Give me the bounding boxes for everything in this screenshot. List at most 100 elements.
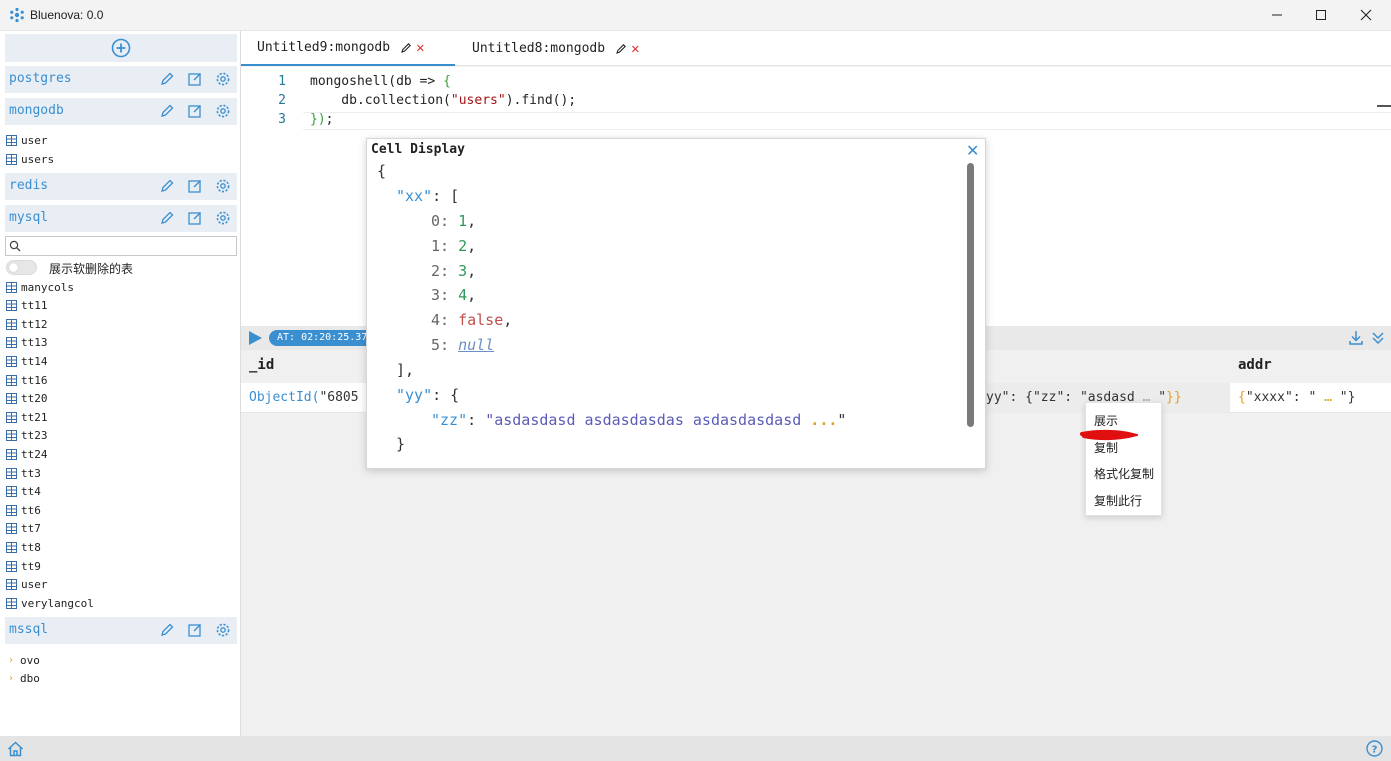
table-icon <box>6 281 17 293</box>
table-icon <box>6 523 17 535</box>
edit-icon[interactable] <box>187 103 203 119</box>
gear-icon[interactable] <box>215 622 231 638</box>
table-item-tt14[interactable]: tt14 <box>6 352 48 370</box>
table-item-verylangcol[interactable]: verylangcol <box>6 594 94 612</box>
table-item-tt6[interactable]: tt6 <box>6 501 41 519</box>
run-icon[interactable] <box>247 330 263 346</box>
close-tab-icon[interactable]: ✕ <box>416 40 424 56</box>
table-item-tt23[interactable]: tt23 <box>6 427 48 445</box>
table-name: tt7 <box>21 522 41 536</box>
table-item-tt3[interactable]: tt3 <box>6 464 41 482</box>
pencil-icon[interactable] <box>159 210 175 226</box>
status-bar: ? <box>0 736 1391 761</box>
cell-addr[interactable]: {"xxxx": " … "} <box>1238 390 1355 405</box>
table-name: tt4 <box>21 485 41 499</box>
json-array-item: 0: 1, <box>431 212 477 230</box>
minimize-button[interactable] <box>1254 0 1300 30</box>
gear-icon[interactable] <box>215 103 231 119</box>
home-icon[interactable] <box>7 741 24 757</box>
show-soft-deleted-toggle[interactable] <box>6 260 37 275</box>
cell-id[interactable]: ObjectId("6805 <box>249 390 359 405</box>
edit-icon[interactable] <box>187 178 203 194</box>
table-item-tt11[interactable]: tt11 <box>6 297 48 315</box>
table-item-tt8[interactable]: tt8 <box>6 538 41 556</box>
tab-label: Untitled9:mongodb <box>257 40 391 55</box>
table-item-tt16[interactable]: tt16 <box>6 371 48 389</box>
table-item-tt13[interactable]: tt13 <box>6 334 48 352</box>
code-line-2: db.collection("users").find(); <box>310 93 577 108</box>
svg-text:?: ? <box>1372 745 1378 756</box>
json-array-item: 3: 4, <box>431 286 477 305</box>
editor-tabs: Untitled9:mongodb ✕ Untitled8:mongodb ✕ <box>241 31 1391 66</box>
connection-postgres[interactable]: postgres <box>5 66 237 93</box>
pencil-icon[interactable] <box>159 103 175 119</box>
table-item-tt21[interactable]: tt21 <box>6 408 48 426</box>
table-item-tt24[interactable]: tt24 <box>6 445 48 463</box>
menu-item-format-copy[interactable]: 格式化复制 <box>1094 465 1154 482</box>
table-search-input[interactable] <box>5 236 237 256</box>
editor-scroll-marker <box>1377 105 1391 107</box>
edit-icon[interactable] <box>187 622 203 638</box>
context-menu: 展示 复制 格式化复制 复制此行 <box>1085 402 1162 516</box>
close-dialog-icon[interactable]: ✕ <box>966 141 979 160</box>
connection-mongodb[interactable]: mongodb <box>5 98 237 125</box>
table-name: tt12 <box>21 317 48 331</box>
table-icon <box>6 467 17 479</box>
double-chevron-down-icon[interactable] <box>1370 330 1386 346</box>
pencil-icon[interactable] <box>159 71 175 87</box>
menu-item-show[interactable]: 展示 <box>1094 412 1118 429</box>
table-item-tt4[interactable]: tt4 <box>6 483 41 501</box>
table-item-user[interactable]: user <box>6 576 48 594</box>
dialog-scrollbar[interactable] <box>967 163 974 427</box>
gear-icon[interactable] <box>215 71 231 87</box>
search-icon <box>9 240 21 252</box>
table-item-tt20[interactable]: tt20 <box>6 390 48 408</box>
table-icon <box>6 374 17 386</box>
table-name: user <box>21 578 48 592</box>
json-line: "xx": [ <box>396 187 460 205</box>
column-header-addr[interactable]: addr <box>1238 357 1272 373</box>
table-item-tt7[interactable]: tt7 <box>6 520 41 538</box>
close-tab-icon[interactable]: ✕ <box>631 41 639 57</box>
download-icon[interactable] <box>1348 330 1364 346</box>
table-item-user[interactable]: user <box>6 131 48 149</box>
code-line-1: mongoshell(db => { <box>310 74 451 89</box>
help-icon[interactable]: ? <box>1366 740 1383 757</box>
pencil-icon[interactable] <box>400 42 412 54</box>
table-item-manycols[interactable]: manycols <box>6 278 74 296</box>
tab-untitled9[interactable]: Untitled9:mongodb ✕ <box>241 31 455 66</box>
connection-redis[interactable]: redis <box>5 173 237 200</box>
tab-untitled8[interactable]: Untitled8:mongodb ✕ <box>472 31 640 66</box>
edit-icon[interactable] <box>187 71 203 87</box>
app-logo-icon <box>10 7 24 23</box>
table-item-tt9[interactable]: tt9 <box>6 557 41 575</box>
expand-ellipsis[interactable]: ... <box>810 411 837 429</box>
table-item-tt12[interactable]: tt12 <box>6 315 48 333</box>
connection-mysql[interactable]: mysql <box>5 205 237 232</box>
pencil-icon[interactable] <box>159 622 175 638</box>
gear-icon[interactable] <box>215 178 231 194</box>
connection-name: mssql <box>9 622 49 637</box>
maximize-button[interactable] <box>1298 0 1344 30</box>
title-bar: Bluenova: 0.0 <box>0 0 1391 31</box>
connection-mssql[interactable]: mssql <box>5 617 237 644</box>
edit-icon[interactable] <box>187 210 203 226</box>
json-array-item: 4: false, <box>431 311 513 330</box>
table-item-users[interactable]: users <box>6 150 54 168</box>
schema-item-dbo[interactable]: › dbo <box>8 670 40 686</box>
column-header-id[interactable]: _id <box>249 357 274 373</box>
execution-time-badge: AT: 02:20:25.37 <box>269 330 376 346</box>
table-icon <box>6 541 17 553</box>
chevron-right-icon: › <box>8 672 15 684</box>
table-name: users <box>21 152 55 166</box>
pencil-icon[interactable] <box>615 43 627 55</box>
close-window-button[interactable] <box>1343 0 1389 30</box>
pencil-icon[interactable] <box>159 178 175 194</box>
table-icon <box>6 300 17 312</box>
schema-item-ovo[interactable]: › ovo <box>8 652 40 668</box>
table-name: tt24 <box>21 447 48 461</box>
table-icon <box>6 486 17 498</box>
menu-item-copy-row[interactable]: 复制此行 <box>1094 492 1142 509</box>
gear-icon[interactable] <box>215 210 231 226</box>
add-connection-button[interactable] <box>5 34 237 62</box>
